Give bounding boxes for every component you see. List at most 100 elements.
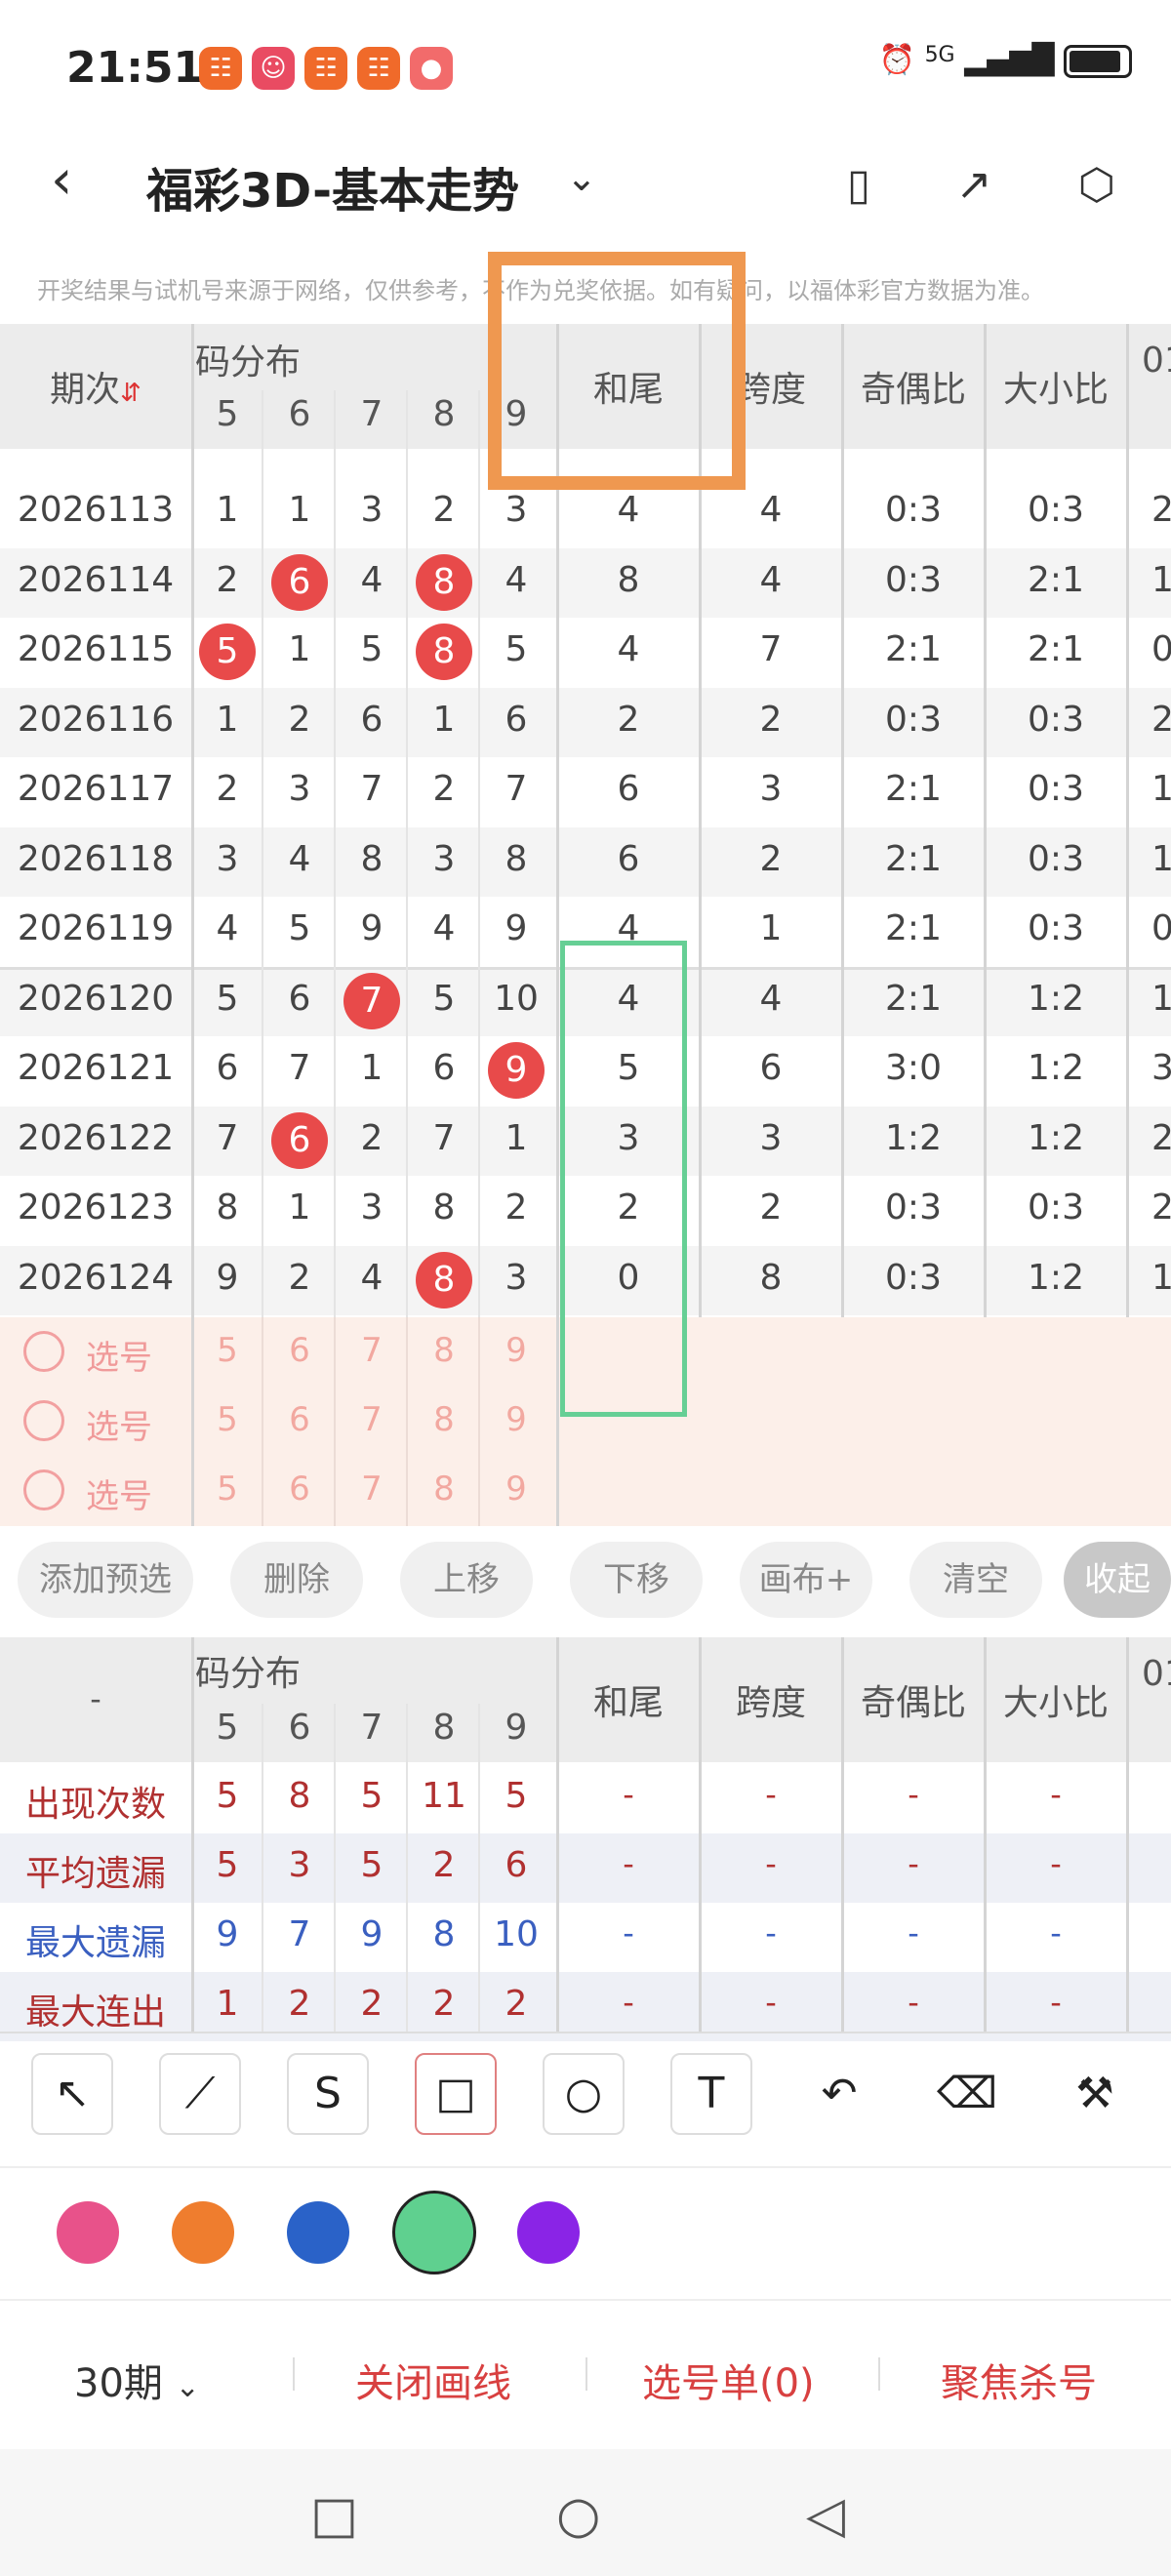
- select-digit[interactable]: 8: [408, 1469, 480, 1509]
- select-digit[interactable]: 6: [263, 1331, 336, 1370]
- stats-value: 11: [422, 1776, 466, 1816]
- select-digit[interactable]: 6: [263, 1400, 336, 1439]
- radio-circle-icon[interactable]: [23, 1469, 64, 1510]
- radio-circle-icon[interactable]: [23, 1331, 64, 1372]
- select-digit[interactable]: 9: [480, 1400, 552, 1439]
- hewei-cell: 2: [617, 699, 640, 740]
- undo-icon[interactable]: ↶: [798, 2053, 880, 2135]
- daxiao-cell: 0:3: [1028, 908, 1084, 948]
- digit-cell: 2: [216, 559, 239, 600]
- action-button[interactable]: 删除: [230, 1542, 363, 1618]
- select-digit[interactable]: 7: [336, 1469, 408, 1509]
- select-digit[interactable]: 9: [480, 1469, 552, 1509]
- period-cell: 2026121: [17, 1048, 175, 1088]
- eraser-icon[interactable]: ⌫: [926, 2053, 1008, 2135]
- digit-cell: 1: [505, 1117, 528, 1158]
- digit-cell: 1: [288, 1187, 311, 1228]
- back-icon[interactable]: ‹: [51, 148, 72, 212]
- action-button[interactable]: 添加预选: [18, 1542, 193, 1618]
- stats-value: 5: [216, 1845, 239, 1885]
- period-cell: 2026116: [17, 699, 175, 740]
- digit-cell: 2: [288, 699, 311, 740]
- select-digit[interactable]: 6: [263, 1469, 336, 1509]
- action-button[interactable]: 上移: [400, 1542, 533, 1618]
- color-swatch[interactable]: [287, 2201, 349, 2264]
- select-digit[interactable]: 9: [480, 1331, 552, 1370]
- select-digit[interactable]: 7: [336, 1331, 408, 1370]
- collapse-button[interactable]: 收起: [1064, 1542, 1171, 1618]
- recent-apps-icon[interactable]: □: [310, 2486, 358, 2545]
- column-header[interactable]: 奇偶比: [843, 361, 984, 412]
- period-count-selector[interactable]: 30期 ⌄: [74, 2352, 200, 2408]
- overflow-header: 01个: [1142, 1654, 1171, 1694]
- color-swatch[interactable]: [392, 2191, 476, 2274]
- digit-cell: 10: [494, 978, 539, 1019]
- digit-cell: 5: [288, 908, 311, 948]
- focus-kill-button[interactable]: 聚焦杀号: [941, 2352, 1097, 2408]
- hit-number-ball: 8: [408, 624, 480, 680]
- digit-cell: 6: [505, 699, 528, 740]
- action-button[interactable]: 清空: [909, 1542, 1042, 1618]
- period-cell: 2026119: [17, 908, 175, 948]
- back-nav-icon[interactable]: ◁: [806, 2486, 845, 2545]
- selection-row[interactable]: 选号: [0, 1458, 191, 1526]
- kuadu-cell: 6: [759, 1048, 783, 1088]
- chevron-down-icon[interactable]: ⌄: [566, 156, 597, 199]
- period-cell: 2026124: [17, 1257, 175, 1298]
- digit-cell: 6: [216, 1048, 239, 1088]
- selection-row[interactable]: 选号: [0, 1319, 191, 1388]
- digit-cell: 2: [216, 769, 239, 809]
- phone-rotate-icon[interactable]: ▯: [831, 158, 886, 213]
- settings-icon[interactable]: ⬡: [1070, 158, 1124, 213]
- period-header[interactable]: 期次⇵: [0, 361, 191, 412]
- stats-value: 7: [288, 1914, 311, 1954]
- curve-tool-icon[interactable]: S: [287, 2053, 369, 2135]
- hewei-cell: 4: [617, 629, 640, 669]
- select-digit[interactable]: 5: [191, 1469, 263, 1509]
- home-icon[interactable]: ○: [556, 2486, 600, 2545]
- line-tool-icon[interactable]: ⟋: [159, 2053, 241, 2135]
- jiou-cell: 2:1: [885, 978, 942, 1019]
- grid-line: [984, 1637, 987, 2032]
- overflow-cell: 3: [1151, 1048, 1171, 1088]
- kuadu-cell: 2: [759, 699, 783, 740]
- column-header[interactable]: 大小比: [986, 361, 1126, 412]
- overflow-cell: 2: [1151, 699, 1171, 740]
- digit-cell: 4: [288, 838, 311, 879]
- digit-cell: 9: [505, 908, 528, 948]
- digit-cell: 6: [432, 1048, 456, 1088]
- stats-value: 3: [288, 1845, 311, 1885]
- clear-brush-icon[interactable]: ⚒: [1054, 2053, 1136, 2135]
- digit-cell: 1: [216, 490, 239, 530]
- select-digit[interactable]: 7: [336, 1400, 408, 1439]
- selection-row[interactable]: 选号: [0, 1389, 191, 1457]
- page-title[interactable]: 福彩3D-基本走势: [146, 152, 519, 221]
- annotation-rectangle-orange[interactable]: [488, 252, 746, 490]
- rectangle-tool-icon[interactable]: □: [415, 2053, 497, 2135]
- arrow-tool-icon[interactable]: ↖: [31, 2053, 113, 2135]
- radio-circle-icon[interactable]: [23, 1400, 64, 1441]
- period-cell: 2026115: [17, 629, 175, 669]
- action-button[interactable]: 画布+: [740, 1542, 872, 1618]
- share-icon[interactable]: ↗: [947, 158, 1001, 213]
- stats-label: 最大连出: [24, 1992, 166, 2033]
- period-cell: 2026114: [17, 559, 175, 600]
- select-digit[interactable]: 5: [191, 1400, 263, 1439]
- digit-cell: 8: [360, 838, 384, 879]
- select-digit[interactable]: 5: [191, 1331, 263, 1370]
- action-button[interactable]: 下移: [570, 1542, 703, 1618]
- close-draw-button[interactable]: 关闭画线: [355, 2352, 511, 2408]
- text-tool-icon[interactable]: T: [670, 2053, 752, 2135]
- annotation-rectangle-green[interactable]: [560, 941, 687, 1417]
- circle-tool-icon[interactable]: ○: [543, 2053, 625, 2135]
- digit-cell: 8: [216, 1187, 239, 1228]
- jiou-cell: 0:3: [885, 490, 942, 530]
- color-swatch[interactable]: [57, 2201, 119, 2264]
- select-digit[interactable]: 8: [408, 1400, 480, 1439]
- grid-line: [262, 390, 263, 1317]
- selection-list-button[interactable]: 选号单(0): [642, 2352, 815, 2408]
- stats-corner: -: [90, 1680, 101, 1717]
- color-swatch[interactable]: [172, 2201, 234, 2264]
- select-digit[interactable]: 8: [408, 1331, 480, 1370]
- color-swatch[interactable]: [517, 2201, 580, 2264]
